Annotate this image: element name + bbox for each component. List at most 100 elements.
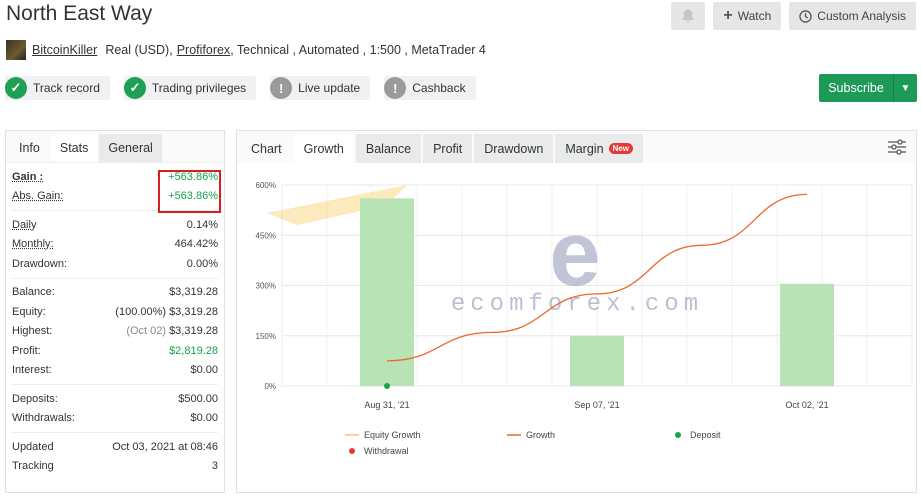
- subscribe-label: Subscribe: [828, 81, 884, 95]
- badge-cashback[interactable]: ! Cashback: [384, 76, 476, 100]
- x-tick-label: Oct 02, '21: [785, 400, 828, 410]
- stat-deposits: Deposits: $500.00: [12, 389, 218, 409]
- chart-panel: Chart Growth Balance Profit Drawdown Mar…: [236, 130, 917, 493]
- tab-margin-label: Margin: [565, 141, 604, 156]
- deposit-point: [384, 383, 390, 389]
- legend-label: Equity Growth: [364, 430, 421, 440]
- stat-value: $3,319.28: [169, 286, 218, 299]
- badge-label: Trading privileges: [151, 81, 247, 95]
- tab-profit[interactable]: Profit: [423, 134, 473, 163]
- legend-label: Growth: [526, 430, 555, 440]
- tab-stats[interactable]: Stats: [50, 134, 98, 162]
- exclamation-icon: !: [384, 77, 407, 99]
- legend-label: Deposit: [690, 430, 721, 440]
- stat-value: 464.42%: [174, 238, 218, 251]
- stat-value: $0.00: [190, 412, 218, 425]
- subscribe-button[interactable]: Subscribe ▼: [819, 74, 917, 102]
- stat-tracking: Tracking 3: [12, 457, 218, 477]
- stat-label: Profit:: [12, 344, 41, 357]
- divider: [12, 277, 218, 279]
- stat-label: Monthly:: [12, 238, 54, 251]
- tab-margin[interactable]: Margin New: [555, 134, 643, 163]
- stat-monthly: Monthly: 464.42%: [12, 235, 218, 255]
- tab-balance[interactable]: Balance: [355, 134, 422, 163]
- account-type: Real (USD),: [105, 43, 173, 57]
- legend-swatch: [349, 448, 355, 454]
- y-tick-label: 450%: [256, 231, 276, 240]
- page-title: North East Way: [6, 2, 153, 25]
- tab-info[interactable]: Info: [10, 134, 49, 162]
- stat-label: Equity:: [12, 305, 46, 318]
- growth-bar: [780, 283, 834, 386]
- stat-note: (100.00%): [115, 305, 167, 318]
- bell-icon: [682, 9, 694, 23]
- legend-label: Withdrawal: [364, 446, 409, 456]
- stat-value: $0.00: [190, 364, 218, 377]
- tab-chart[interactable]: Chart: [241, 134, 292, 163]
- stat-interest: Interest: $0.00: [12, 361, 218, 381]
- stat-balance: Balance: $3,319.28: [12, 283, 218, 303]
- y-tick-label: 600%: [256, 181, 276, 190]
- settings-sliders-icon[interactable]: [888, 139, 906, 155]
- divider: [12, 432, 218, 433]
- stat-value: $500.00: [178, 392, 218, 405]
- y-tick-label: 300%: [256, 282, 276, 291]
- growth-bar: [360, 198, 414, 386]
- badge-live-update[interactable]: ! Live update: [270, 76, 371, 100]
- badge-label: Live update: [298, 81, 361, 95]
- badge-track-record[interactable]: ✓ Track record: [5, 76, 110, 100]
- user-link[interactable]: BitcoinKiller: [32, 43, 97, 57]
- chevron-down-icon[interactable]: ▼: [893, 74, 917, 102]
- custom-analysis-button[interactable]: Custom Analysis: [789, 2, 916, 30]
- stat-value: 3: [211, 460, 218, 473]
- tab-drawdown[interactable]: Drawdown: [474, 134, 554, 163]
- stat-label: Balance:: [12, 286, 55, 299]
- stat-label: Tracking: [12, 460, 54, 473]
- y-tick-label: 0%: [264, 382, 276, 391]
- gain-highlight-box: [158, 170, 221, 213]
- new-badge: New: [608, 143, 633, 154]
- growth-bar: [570, 335, 624, 386]
- broker-link[interactable]: Profiforex: [177, 43, 231, 57]
- watch-label: Watch: [737, 9, 772, 23]
- account-details: , Technical , Automated , 1:500 , MetaTr…: [230, 43, 486, 57]
- clock-icon: [799, 9, 813, 23]
- stat-label: Updated: [12, 440, 54, 453]
- notification-button[interactable]: [671, 2, 706, 30]
- badge-label: Track record: [33, 81, 100, 95]
- stat-profit: Profit: $2,819.28: [12, 341, 218, 361]
- watch-button[interactable]: + Watch: [713, 2, 782, 30]
- badge-trading-privileges[interactable]: ✓ Trading privileges: [123, 76, 257, 100]
- exclamation-icon: !: [270, 77, 293, 99]
- stat-label: Withdrawals:: [12, 412, 75, 425]
- stat-label: Daily: [12, 218, 37, 231]
- check-icon: ✓: [5, 77, 27, 99]
- custom-analysis-label: Custom Analysis: [817, 9, 906, 23]
- stat-highest: Highest: (Oct 02) $3,319.28: [12, 322, 218, 342]
- watermark-text: ecomforex.com: [451, 291, 703, 318]
- stat-value: $2,819.28: [169, 344, 218, 357]
- tab-growth[interactable]: Growth: [293, 134, 354, 163]
- chart-tabs: Chart Growth Balance Profit Drawdown Mar…: [237, 131, 916, 163]
- plus-icon: +: [723, 7, 733, 24]
- badge-label: Cashback: [412, 81, 466, 95]
- watermark-logo: e: [549, 203, 604, 305]
- top-actions: + Watch Custom Analysis: [671, 2, 916, 30]
- stat-label: Highest:: [12, 325, 53, 338]
- stat-label: Interest:: [12, 364, 52, 377]
- stats-panel: Info Stats General Gain : +563.86% Abs. G…: [5, 130, 225, 493]
- stat-updated: Updated Oct 03, 2021 at 08:46: [12, 437, 218, 457]
- stat-label: Deposits:: [12, 392, 58, 405]
- divider: [12, 384, 218, 385]
- stat-label: Abs. Gain:: [12, 190, 64, 203]
- stat-note: (Oct 02): [126, 325, 167, 338]
- y-tick-label: 150%: [256, 332, 276, 341]
- stat-value: $3,319.28: [169, 305, 218, 318]
- stat-withdrawals: Withdrawals: $0.00: [12, 409, 218, 429]
- tab-general[interactable]: General: [99, 134, 162, 162]
- stat-drawdown: Drawdown: 0.00%: [12, 254, 218, 274]
- avatar: [6, 40, 26, 60]
- stat-equity: Equity: (100.00%) $3,319.28: [12, 302, 218, 322]
- stat-value: Oct 03, 2021 at 08:46: [112, 440, 218, 453]
- stat-daily: Daily 0.14%: [12, 215, 218, 235]
